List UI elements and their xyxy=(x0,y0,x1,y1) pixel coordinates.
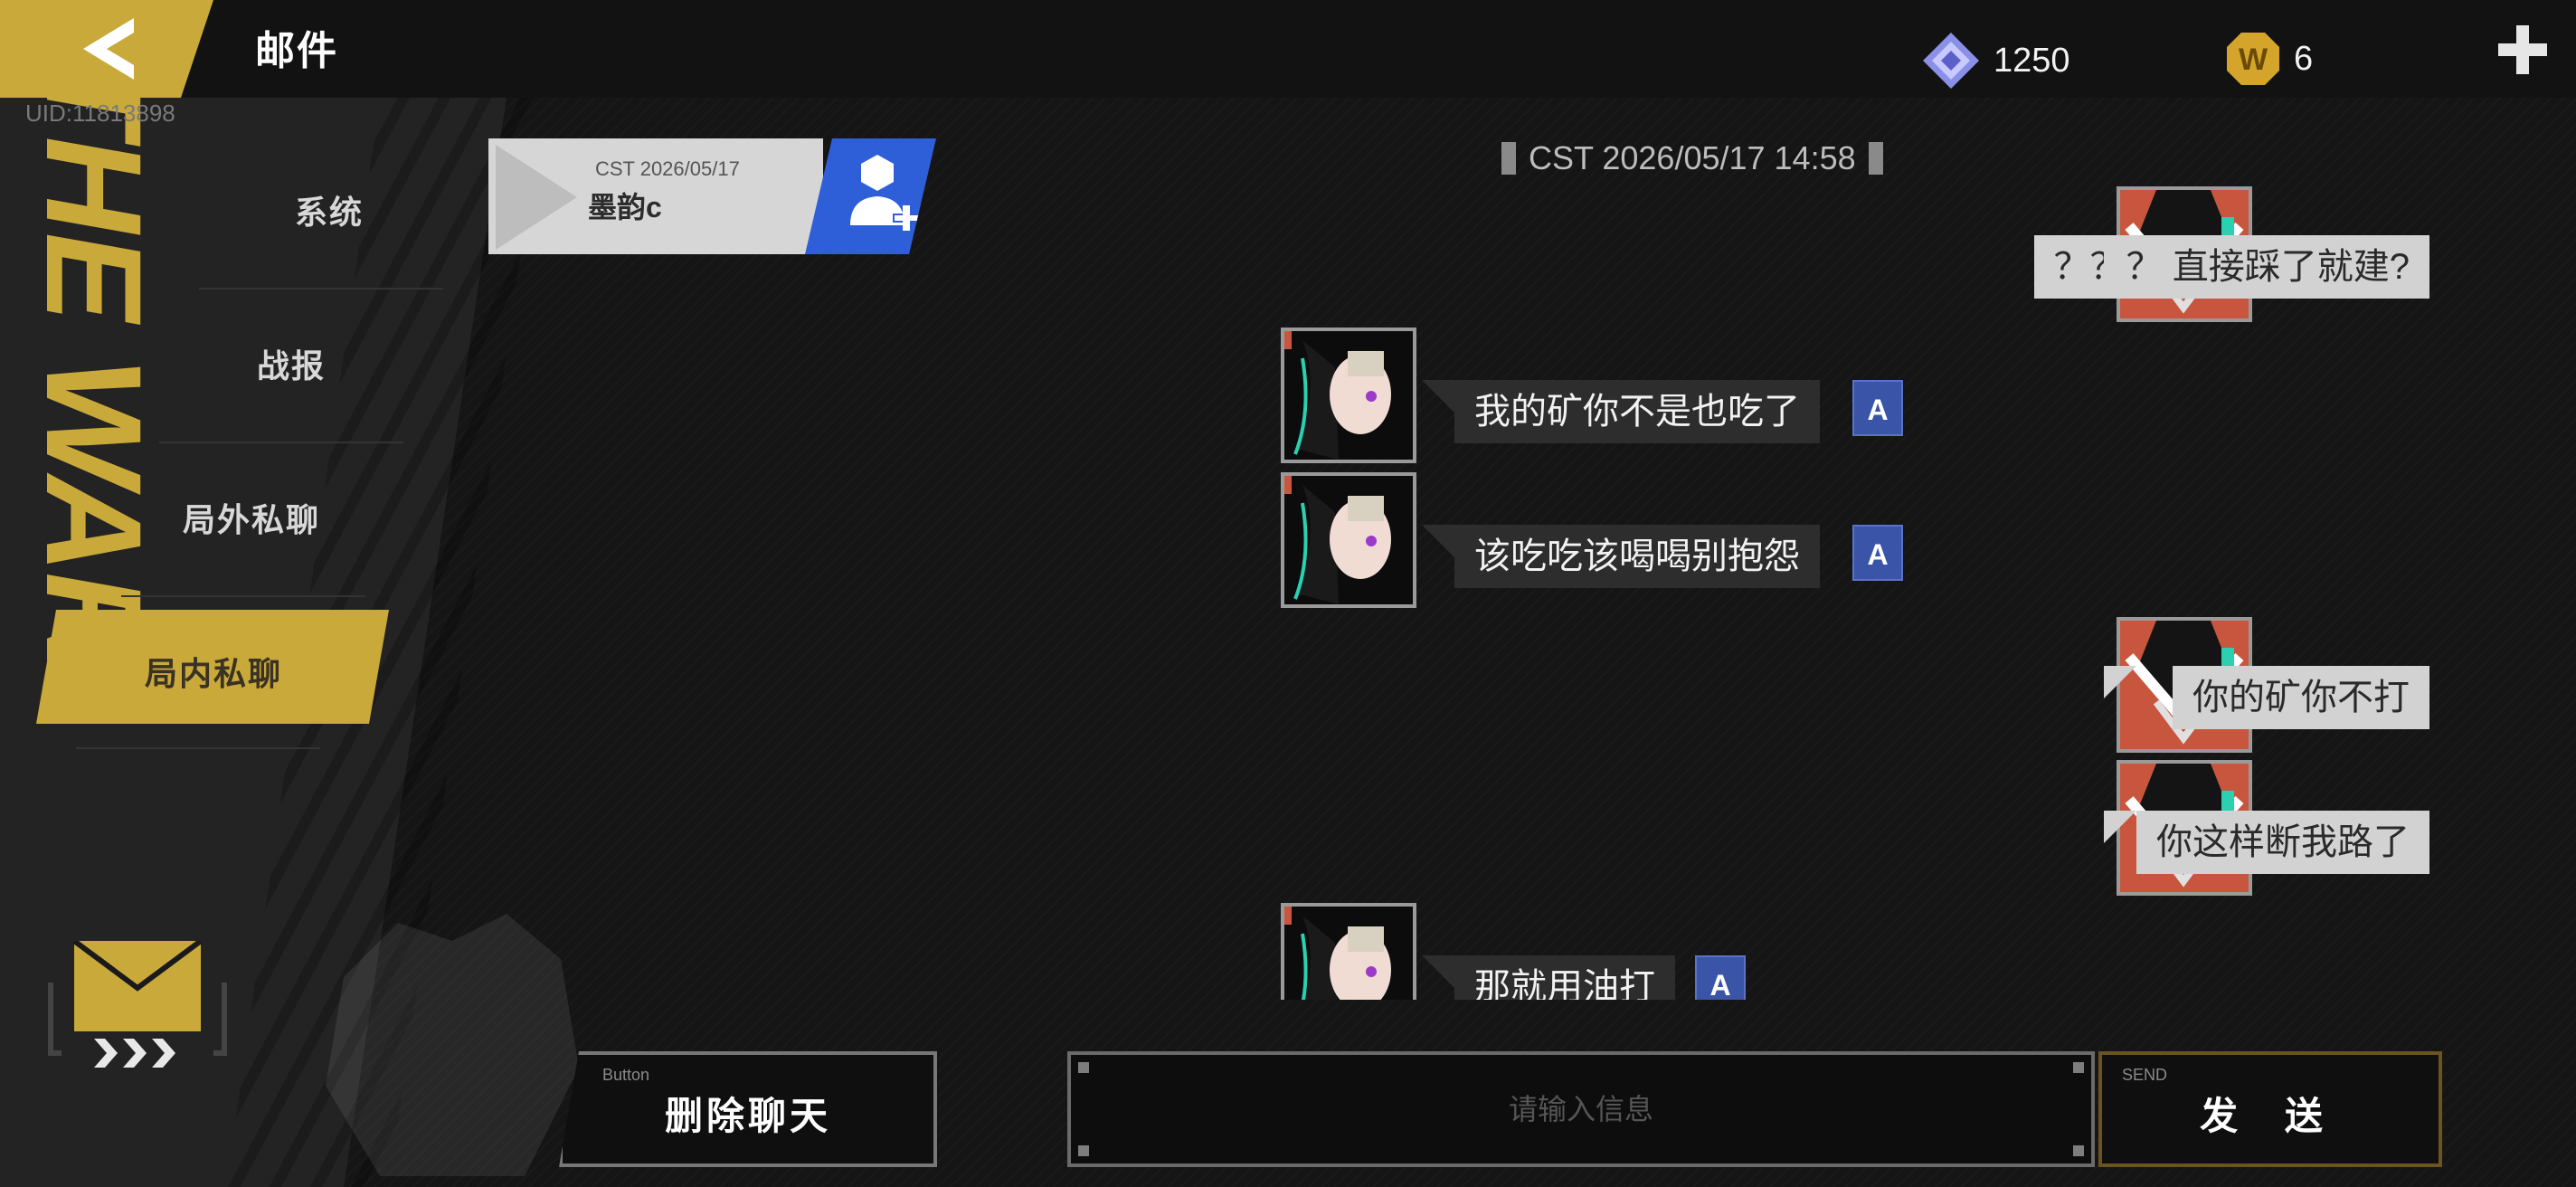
back-button[interactable] xyxy=(0,0,213,98)
divider xyxy=(199,288,443,290)
message-row xyxy=(1281,328,1416,463)
delete-chat-button[interactable]: Button 删除聊天 xyxy=(559,1051,937,1167)
mail-icon[interactable] xyxy=(47,938,228,1077)
translate-button[interactable]: A xyxy=(1852,380,1903,436)
message-bubble: 你这样断我路了 xyxy=(2136,811,2429,874)
translate-button[interactable]: A xyxy=(1695,955,1746,1000)
divider xyxy=(159,442,403,443)
sidebar-item-system[interactable]: 系统 xyxy=(295,186,364,233)
message-row xyxy=(1281,472,1416,608)
sidebar-item-inside-chat[interactable]: 局内私聊 xyxy=(145,648,282,695)
bubble-tail xyxy=(2104,666,2136,698)
avatar[interactable] xyxy=(1281,903,1416,1000)
message-row xyxy=(1281,903,1416,1000)
gem-amount: 1250 xyxy=(1994,41,2070,80)
bubble-tail xyxy=(2104,811,2136,843)
send-button[interactable]: SEND 发 送 xyxy=(2098,1051,2442,1167)
bubble-tail xyxy=(2104,235,2136,268)
corner-mark xyxy=(2073,1062,2084,1073)
sidebar-item-outside-chat[interactable]: 局外私聊 xyxy=(183,494,320,541)
avatar[interactable] xyxy=(1281,472,1416,608)
message-bubble: 你的矿你不打 xyxy=(2173,666,2429,729)
gem-currency[interactable]: 1250 xyxy=(1921,31,2070,90)
divider xyxy=(1868,142,1883,175)
translate-icon: A xyxy=(1867,394,1889,426)
divider xyxy=(76,747,320,749)
send-label: 发 送 xyxy=(2200,1095,2341,1137)
bubble-tail xyxy=(1422,380,1454,413)
message-bubble: 我的矿你不是也吃了 xyxy=(1454,380,1820,443)
coin-currency[interactable]: W 6 xyxy=(2225,31,2313,87)
fist-emblem-icon xyxy=(326,914,579,1176)
coin-amount: 6 xyxy=(2294,39,2314,78)
button-tag: SEND xyxy=(2122,1066,2168,1084)
corner-mark xyxy=(1078,1145,1089,1156)
svg-text:W: W xyxy=(2239,43,2268,77)
bubble-tail xyxy=(1422,955,1454,988)
translate-icon: A xyxy=(1709,969,1731,1000)
contact-name: 墨韵c xyxy=(588,191,662,223)
message-bubble: 那就用油打 xyxy=(1454,955,1675,1000)
message-bubble: ？？？ 直接踩了就建? xyxy=(2033,235,2429,299)
plus-icon[interactable] xyxy=(2496,24,2549,76)
diamond-gem-icon xyxy=(1923,33,1979,89)
top-bar xyxy=(0,0,2576,98)
back-arrow-icon xyxy=(83,18,134,80)
button-tag: Button xyxy=(602,1066,650,1084)
translate-icon: A xyxy=(1867,538,1889,571)
message-input[interactable] xyxy=(1067,1051,2095,1167)
corner-mark xyxy=(1078,1062,1089,1073)
divider xyxy=(1501,142,1516,175)
divider xyxy=(121,595,365,597)
corner-mark xyxy=(2073,1145,2084,1156)
message-bubble: 该吃吃该喝喝别抱怨 xyxy=(1454,525,1820,588)
sidebar-item-battle-report[interactable]: 战报 xyxy=(257,340,326,387)
contact-date: CST 2026/05/17 xyxy=(595,157,740,180)
contact-arrow-icon xyxy=(496,145,577,250)
page-title: 邮件 xyxy=(255,29,338,73)
chat-messages: ？？？ 直接踩了就建? 我的矿你不是也吃了 A 该吃吃该喝喝别抱怨 A 你的矿你… xyxy=(959,172,2576,1000)
bubble-tail xyxy=(1422,525,1454,557)
user-id: UID:11813898 xyxy=(25,100,175,127)
translate-button[interactable]: A xyxy=(1852,525,1903,581)
avatar[interactable] xyxy=(1281,328,1416,463)
gold-w-coin-icon: W xyxy=(2227,33,2279,85)
delete-chat-label: 删除聊天 xyxy=(664,1095,831,1137)
